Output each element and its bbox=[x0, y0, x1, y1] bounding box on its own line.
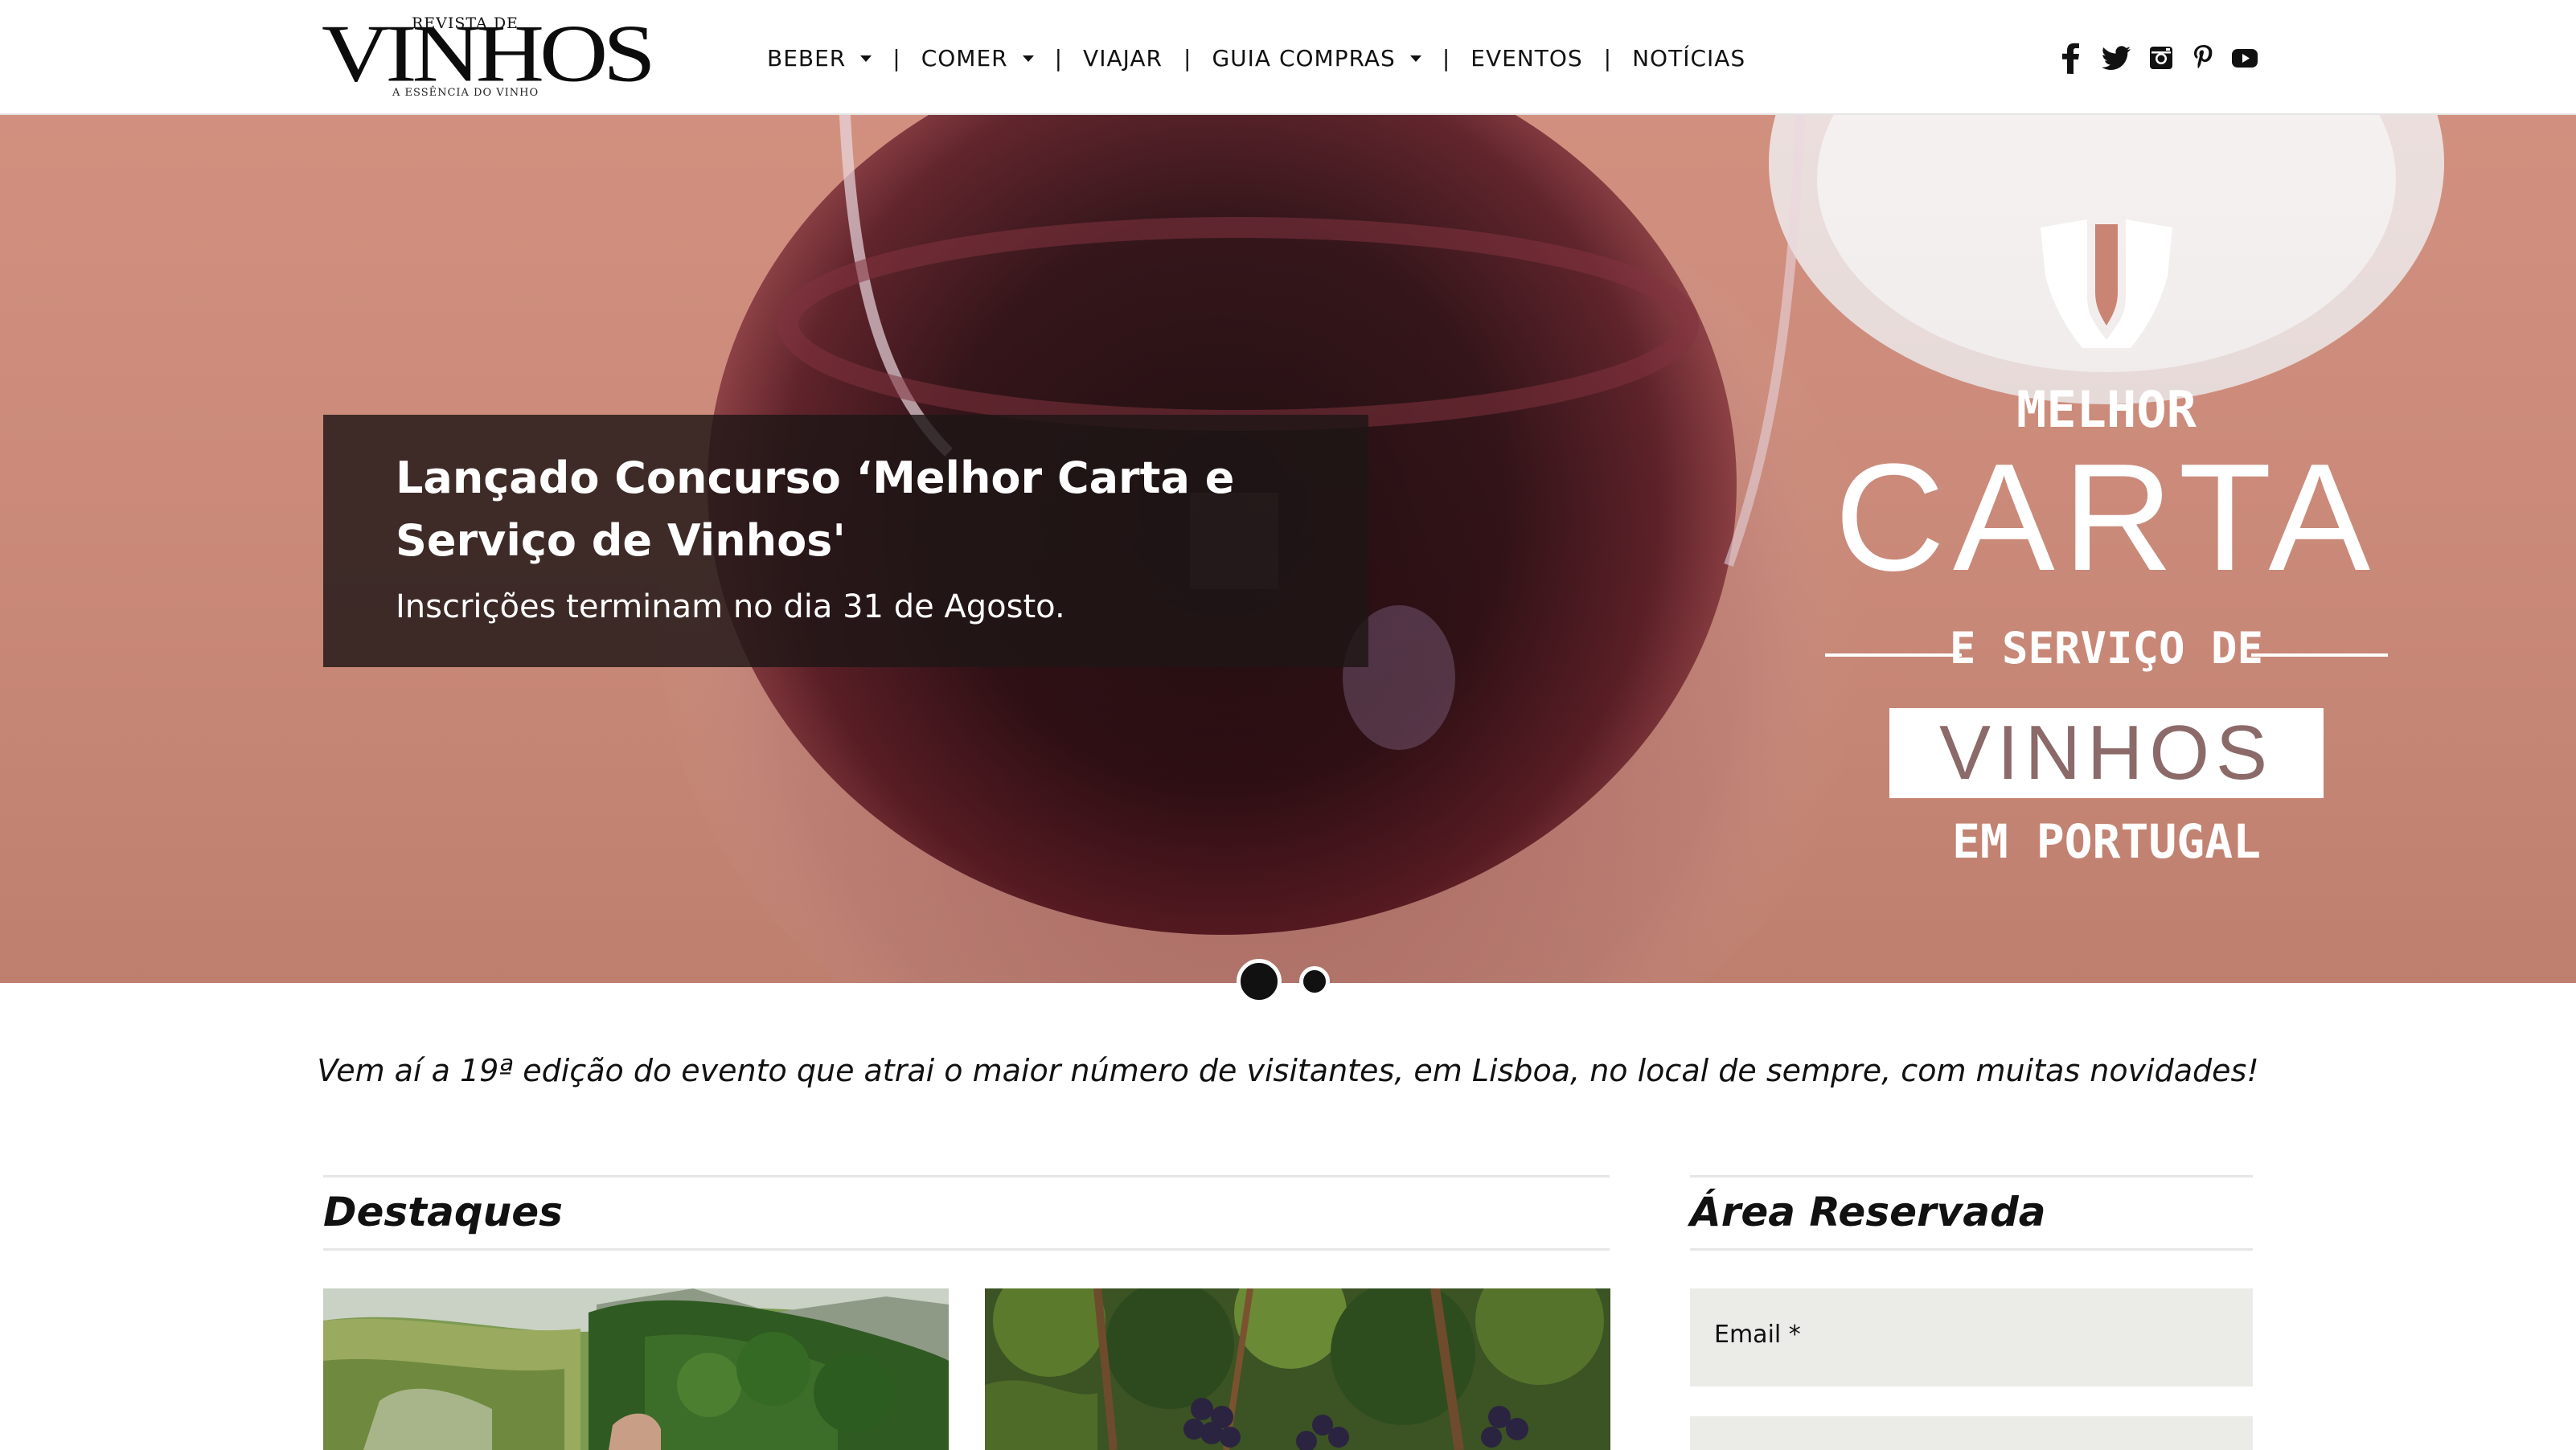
youtube-icon[interactable] bbox=[2232, 42, 2258, 74]
slider-dot-active[interactable] bbox=[1237, 959, 1282, 1004]
twitter-icon[interactable] bbox=[2100, 42, 2132, 74]
nav-item-label: GUIA COMPRAS bbox=[1212, 44, 1396, 72]
nav-item-label: VIAJAR bbox=[1083, 44, 1163, 72]
nav-separator: | bbox=[1183, 44, 1192, 72]
promo-badge: MELHOR CARTA E SERVIÇO DE VINHOS EM PORT… bbox=[1801, 219, 2412, 879]
wine-bottle-logo-icon bbox=[2041, 219, 2172, 348]
nav-item-label: NOTÍCIAS bbox=[1632, 44, 1746, 72]
nav-item-viajar[interactable]: VIAJAR bbox=[1083, 45, 1163, 72]
intro-text: Vem aí a 19ª edição do evento que atrai … bbox=[317, 1053, 2259, 1088]
reserved-area-header: Área Reservada bbox=[1690, 1175, 2253, 1251]
destaques-header: Destaques bbox=[323, 1175, 1610, 1251]
nav-separator: | bbox=[1054, 44, 1063, 72]
nav-separator: | bbox=[892, 44, 900, 72]
chevron-down-icon bbox=[860, 55, 872, 62]
chevron-down-icon bbox=[1409, 55, 1421, 62]
promo-line-portugal: EM PORTUGAL bbox=[1951, 814, 2262, 869]
nav-item-eventos[interactable]: EVENTOS bbox=[1471, 45, 1582, 72]
email-field-label: Email * bbox=[1714, 1321, 1801, 1349]
vineyard-photo bbox=[323, 1288, 949, 1450]
logo-main-text: VINHOS bbox=[322, 7, 656, 99]
nav-item-guia-compras[interactable]: GUIA COMPRAS bbox=[1212, 45, 1421, 72]
hero-caption[interactable]: Lançado Concurso ‘Melhor Carta e Serviço… bbox=[323, 415, 1368, 667]
nav-item-label: BEBER bbox=[767, 44, 847, 72]
nav-item-label: EVENTOS bbox=[1471, 44, 1583, 72]
promo-line-servico: E SERVIÇO DE bbox=[1825, 623, 2388, 679]
promo-line-servico-text: E SERVIÇO DE bbox=[1949, 623, 2264, 674]
promo-line-vinhos: VINHOS bbox=[1889, 708, 2324, 798]
nav-item-beber[interactable]: BEBER bbox=[767, 45, 872, 72]
nav-separator: | bbox=[1603, 44, 1612, 72]
chevron-down-icon bbox=[1022, 55, 1034, 62]
facebook-icon[interactable] bbox=[2058, 42, 2084, 74]
promo-line-melhor: MELHOR bbox=[2016, 380, 2197, 439]
logo-tagline: A ESSÊNCIA DO VINHO bbox=[392, 87, 539, 99]
password-field[interactable] bbox=[1690, 1416, 2253, 1450]
instagram-icon[interactable] bbox=[2148, 42, 2174, 74]
slider-dot[interactable] bbox=[1299, 966, 1330, 997]
featured-article-image[interactable] bbox=[323, 1288, 949, 1450]
hero-subtitle: Inscrições terminam no dia 31 de Agosto. bbox=[396, 588, 1065, 625]
nav-item-label: COMER bbox=[921, 44, 1008, 72]
grapes-photo bbox=[985, 1288, 1610, 1450]
main-nav: BEBER | COMER | VIAJAR | GUIA COMPRAS | … bbox=[767, 40, 1745, 76]
nav-separator: | bbox=[1442, 44, 1450, 72]
nav-item-comer[interactable]: COMER bbox=[921, 45, 1034, 72]
social-links bbox=[2058, 42, 2258, 74]
hero-slider[interactable]: Lançado Concurso ‘Melhor Carta e Serviço… bbox=[0, 115, 2576, 983]
pinterest-icon[interactable] bbox=[2190, 42, 2216, 74]
promo-line-carta: CARTA bbox=[1834, 432, 2379, 603]
email-field[interactable]: Email * bbox=[1690, 1288, 2253, 1387]
site-logo[interactable]: REVISTA DE VINHOS A ESSÊNCIA DO VINHO bbox=[322, 11, 656, 106]
destaques-title: Destaques bbox=[323, 1189, 563, 1235]
hero-title[interactable]: Lançado Concurso ‘Melhor Carta e Serviço… bbox=[396, 447, 1320, 572]
nav-item-noticias[interactable]: NOTÍCIAS bbox=[1632, 45, 1745, 72]
featured-article-image[interactable] bbox=[985, 1288, 1610, 1450]
reserved-area-title: Área Reservada bbox=[1690, 1189, 2046, 1235]
site-header: REVISTA DE VINHOS A ESSÊNCIA DO VINHO BE… bbox=[0, 0, 2576, 115]
